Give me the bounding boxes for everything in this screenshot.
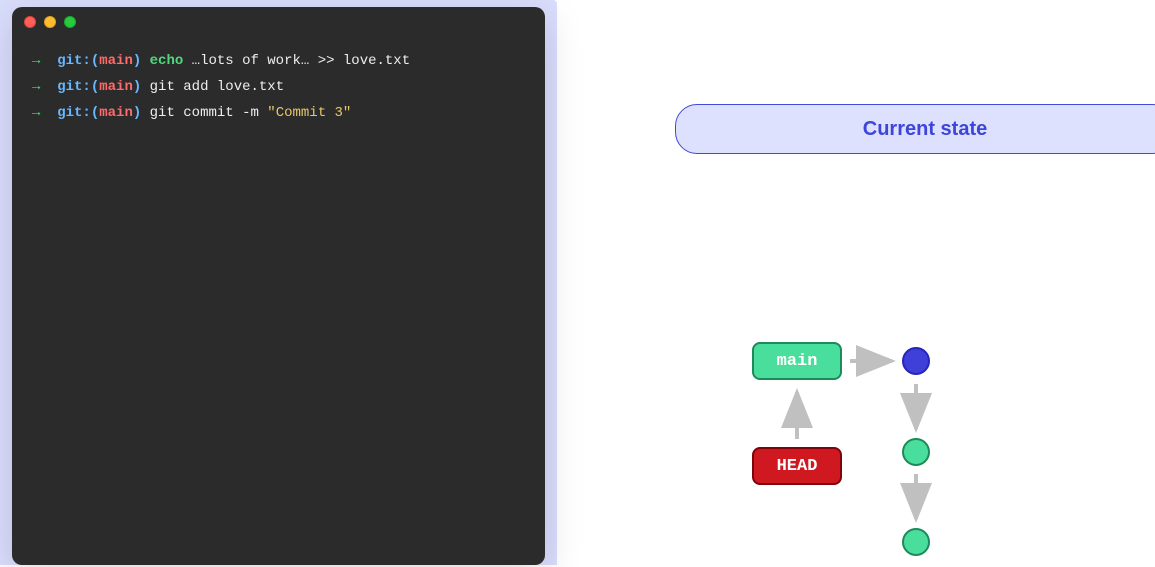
head-label: HEAD — [777, 457, 818, 476]
terminal-line: → git:(main) git commit -m "Commit 3" — [32, 101, 525, 127]
main-branch-label: main — [777, 352, 818, 371]
paren-close: ) — [133, 105, 141, 121]
terminal-window: → git:(main) echo …lots of work… >> love… — [12, 7, 545, 565]
commit-dot — [902, 438, 930, 466]
command-args: add love.txt — [183, 79, 284, 95]
git-prefix: git: — [57, 105, 91, 121]
close-icon[interactable] — [24, 16, 36, 28]
git-diagram: main HEAD — [752, 342, 952, 567]
paren-open: ( — [91, 79, 99, 95]
main-branch-box: main — [752, 342, 842, 380]
command-name: echo — [150, 53, 184, 69]
minimize-icon[interactable] — [44, 16, 56, 28]
prompt-arrow-icon: → — [32, 53, 40, 69]
branch-name: main — [99, 105, 133, 121]
terminal-line: → git:(main) echo …lots of work… >> love… — [32, 49, 525, 75]
commit-dot-current — [902, 347, 930, 375]
paren-close: ) — [133, 53, 141, 69]
git-prefix: git: — [57, 79, 91, 95]
maximize-icon[interactable] — [64, 16, 76, 28]
command-args: …lots of work… >> love.txt — [192, 53, 410, 69]
state-label: Current state — [863, 118, 987, 141]
terminal-titlebar — [12, 7, 545, 37]
head-box: HEAD — [752, 447, 842, 485]
state-pill: Current state — [675, 104, 1155, 154]
branch-name: main — [99, 79, 133, 95]
terminal-content: → git:(main) echo …lots of work… >> love… — [12, 37, 545, 139]
prompt-arrow-icon: → — [32, 79, 40, 95]
command-name: git — [150, 79, 175, 95]
paren-open: ( — [91, 105, 99, 121]
git-prefix: git: — [57, 53, 91, 69]
paren-open: ( — [91, 53, 99, 69]
terminal-line: → git:(main) git add love.txt — [32, 75, 525, 101]
branch-name: main — [99, 53, 133, 69]
command-string: "Commit 3" — [267, 105, 351, 121]
command-name: git — [150, 105, 175, 121]
command-args-prefix: commit -m — [183, 105, 267, 121]
prompt-arrow-icon: → — [32, 105, 40, 121]
paren-close: ) — [133, 79, 141, 95]
commit-dot — [902, 528, 930, 556]
